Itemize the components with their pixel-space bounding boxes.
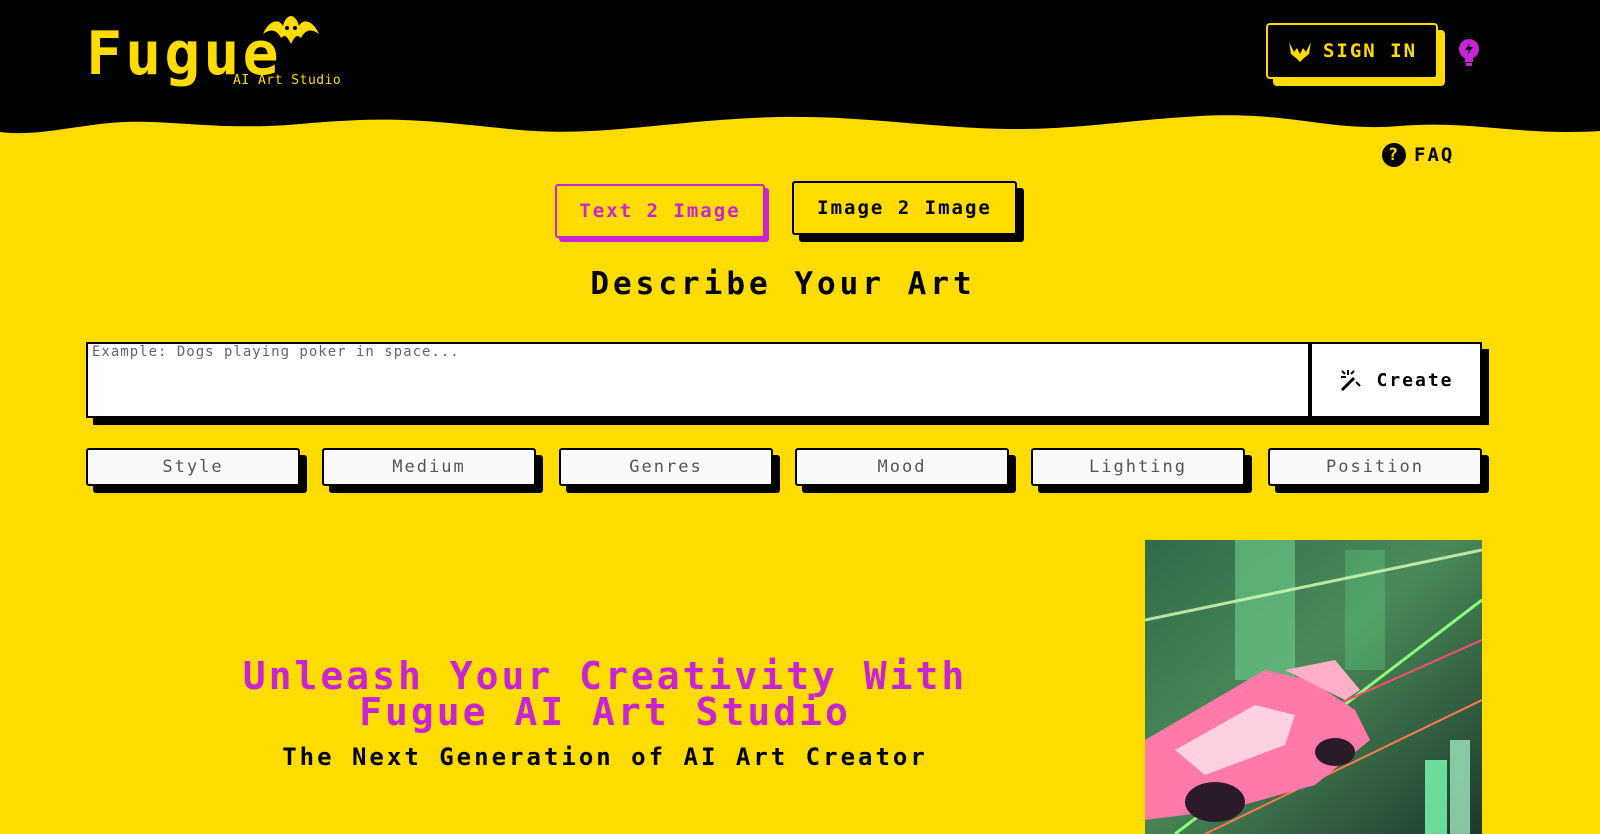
question-circle-icon: ? [1382,143,1406,167]
tab-text-2-image[interactable]: Text 2 Image [555,184,765,238]
create-button[interactable]: Create [1310,342,1482,418]
faq-label: FAQ [1414,144,1455,166]
modifier-style[interactable]: Style [86,448,300,486]
sample-artwork-image [1145,540,1482,834]
prompt-heading: Describe Your Art [590,266,976,302]
modifier-medium[interactable]: Medium [322,448,536,486]
prompt-input[interactable] [88,344,1308,416]
modifier-genres[interactable]: Genres [559,448,773,486]
tab-image-2-image[interactable]: Image 2 Image [792,181,1017,235]
bat-icon [1288,42,1311,62]
faq-link[interactable]: ? FAQ [1382,140,1454,170]
hero-title: Unleash Your Creativity With Fugue AI Ar… [100,654,1110,734]
logo[interactable]: Fugue AI Art Studio [86,12,346,92]
hero-title-line-2: Fugue AI Art Studio [359,690,851,734]
create-label: Create [1376,369,1454,391]
magic-wand-icon [1341,370,1362,392]
modifier-position[interactable]: Position [1268,448,1482,486]
hero-subtitle: The Next Generation of AI Art Creator [282,743,928,771]
logo-tagline: AI Art Studio [233,73,342,88]
prompt-field-wrapper [86,342,1310,418]
lightbulb-icon[interactable] [1458,39,1480,67]
sign-in-label: SIGN IN [1322,40,1418,62]
modifier-lighting[interactable]: Lighting [1031,448,1245,486]
modifier-mood[interactable]: Mood [795,448,1009,486]
hero-title-line-1: Unleash Your Creativity With [242,654,968,698]
sign-in-button[interactable]: SIGN IN [1266,23,1438,79]
